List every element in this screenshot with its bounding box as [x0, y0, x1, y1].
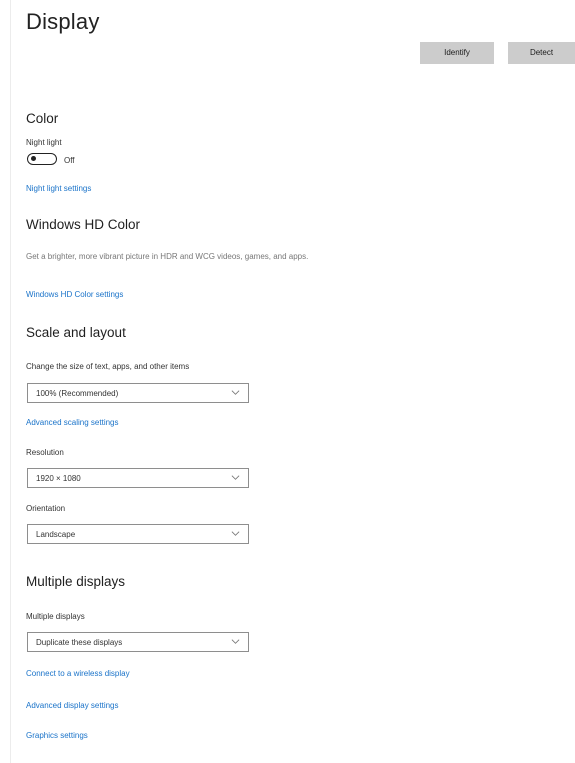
section-heading-scale: Scale and layout — [26, 325, 126, 340]
multiple-displays-dropdown[interactable]: Duplicate these displays — [27, 632, 249, 652]
chevron-down-icon — [231, 390, 240, 395]
orientation-dropdown-value: Landscape — [36, 530, 76, 539]
orientation-label: Orientation — [26, 504, 66, 513]
graphics-settings-link[interactable]: Graphics settings — [26, 731, 88, 740]
advanced-scaling-link[interactable]: Advanced scaling settings — [26, 418, 119, 427]
resolution-label: Resolution — [26, 448, 64, 457]
chevron-down-icon — [231, 639, 240, 644]
left-divider — [10, 0, 11, 763]
multiple-displays-dropdown-value: Duplicate these displays — [36, 638, 123, 647]
section-heading-multiple-displays: Multiple displays — [26, 574, 126, 589]
hd-color-settings-link[interactable]: Windows HD Color settings — [26, 290, 123, 299]
identify-button[interactable]: Identify — [420, 42, 494, 64]
resolution-dropdown[interactable]: 1920 × 1080 — [27, 468, 249, 488]
chevron-down-icon — [231, 475, 240, 480]
night-light-label: Night light — [26, 138, 62, 147]
night-light-toggle[interactable] — [27, 153, 57, 165]
night-light-settings-link[interactable]: Night light settings — [26, 184, 91, 193]
multiple-displays-label: Multiple displays — [26, 612, 85, 621]
toggle-knob — [31, 156, 36, 161]
section-heading-hd-color: Windows HD Color — [26, 217, 141, 232]
detect-button[interactable]: Detect — [508, 42, 575, 64]
scale-label: Change the size of text, apps, and other… — [26, 362, 190, 371]
advanced-display-settings-link[interactable]: Advanced display settings — [26, 701, 119, 710]
scale-dropdown[interactable]: 100% (Recommended) — [27, 383, 249, 403]
night-light-state: Off — [64, 156, 75, 165]
hd-color-description: Get a brighter, more vibrant picture in … — [26, 252, 309, 261]
resolution-dropdown-value: 1920 × 1080 — [36, 474, 81, 483]
scale-dropdown-value: 100% (Recommended) — [36, 389, 119, 398]
page-title: Display — [26, 9, 100, 34]
section-heading-color: Color — [26, 111, 59, 126]
chevron-down-icon — [231, 531, 240, 536]
orientation-dropdown[interactable]: Landscape — [27, 524, 249, 544]
wireless-display-link[interactable]: Connect to a wireless display — [26, 669, 130, 678]
